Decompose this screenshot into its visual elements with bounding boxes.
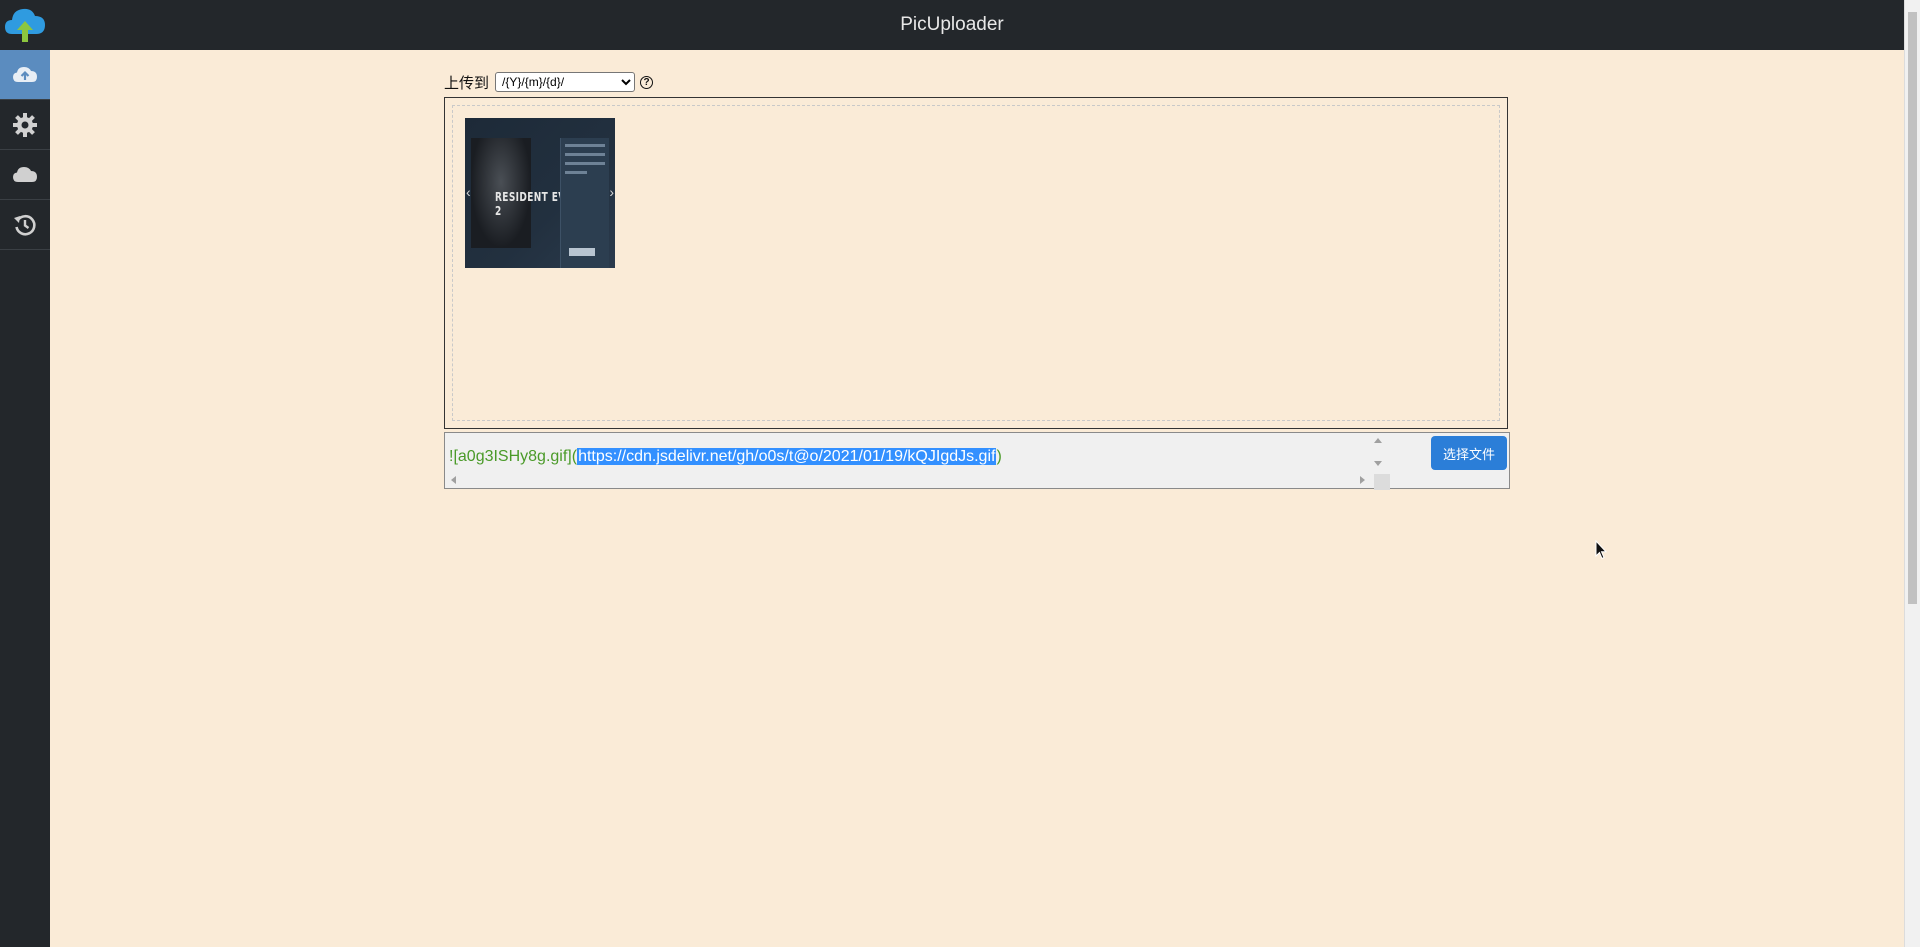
scroll-left-icon[interactable] [451, 476, 456, 484]
thumbnail-prev-icon: ‹ [466, 184, 471, 200]
result-textbox[interactable]: ![a0g3ISHy8g.gif](https://cdn.jsdelivr.n… [444, 432, 1510, 490]
sidebar-item-history[interactable] [0, 200, 50, 250]
question-circle-icon[interactable]: ? [640, 75, 654, 89]
choose-file-button[interactable]: 选择文件 [1431, 436, 1507, 470]
app-header: PicUploader [0, 0, 1920, 50]
markdown-alt-text: ![a0g3ISHy8g.gif]( [449, 448, 578, 465]
markdown-close-paren: ) [996, 448, 1002, 465]
upload-path-select[interactable]: /{Y}/{m}/{d}/ [495, 72, 636, 92]
page-vertical-scrollbar[interactable] [1904, 0, 1920, 947]
scroll-right-icon[interactable] [1360, 476, 1365, 484]
uploaded-image-thumbnail[interactable]: RESIDENT EVIL 2 ‹ › [465, 118, 615, 268]
gear-icon [13, 112, 37, 137]
cloud-icon [13, 166, 37, 182]
upload-to-label: 上传到 [444, 74, 490, 92]
scroll-down-icon[interactable] [1374, 461, 1382, 466]
history-icon [14, 214, 36, 236]
sidebar-item-settings[interactable] [0, 100, 50, 150]
selected-url: https://cdn.jsdelivr.net/gh/o0s/t@o/2021… [577, 448, 997, 465]
sidebar [0, 50, 50, 947]
drop-zone-dashed-area: RESIDENT EVIL 2 ‹ › [452, 105, 1500, 421]
markdown-result[interactable]: ![a0g3ISHy8g.gif](https://cdn.jsdelivr.n… [449, 442, 1002, 471]
mouse-cursor-icon [1595, 540, 1607, 560]
app-title: PicUploader [900, 14, 1004, 35]
scrollbar-corner [1374, 474, 1390, 490]
drop-zone[interactable]: RESIDENT EVIL 2 ‹ › [444, 97, 1508, 429]
cloud-upload-icon [13, 66, 37, 82]
result-vertical-scrollbar[interactable] [1370, 435, 1386, 471]
sidebar-item-upload[interactable] [0, 50, 50, 100]
sidebar-item-storage[interactable] [0, 150, 50, 200]
upload-target-row: 上传到 /{Y}/{m}/{d}/ ? [444, 71, 654, 93]
thumbnail-next-icon: › [609, 184, 614, 200]
result-horizontal-scrollbar[interactable] [447, 473, 1370, 487]
scroll-up-icon[interactable] [1374, 438, 1382, 443]
thumbnail-panel [560, 138, 609, 268]
page-scrollbar-thumb[interactable] [1908, 12, 1917, 604]
